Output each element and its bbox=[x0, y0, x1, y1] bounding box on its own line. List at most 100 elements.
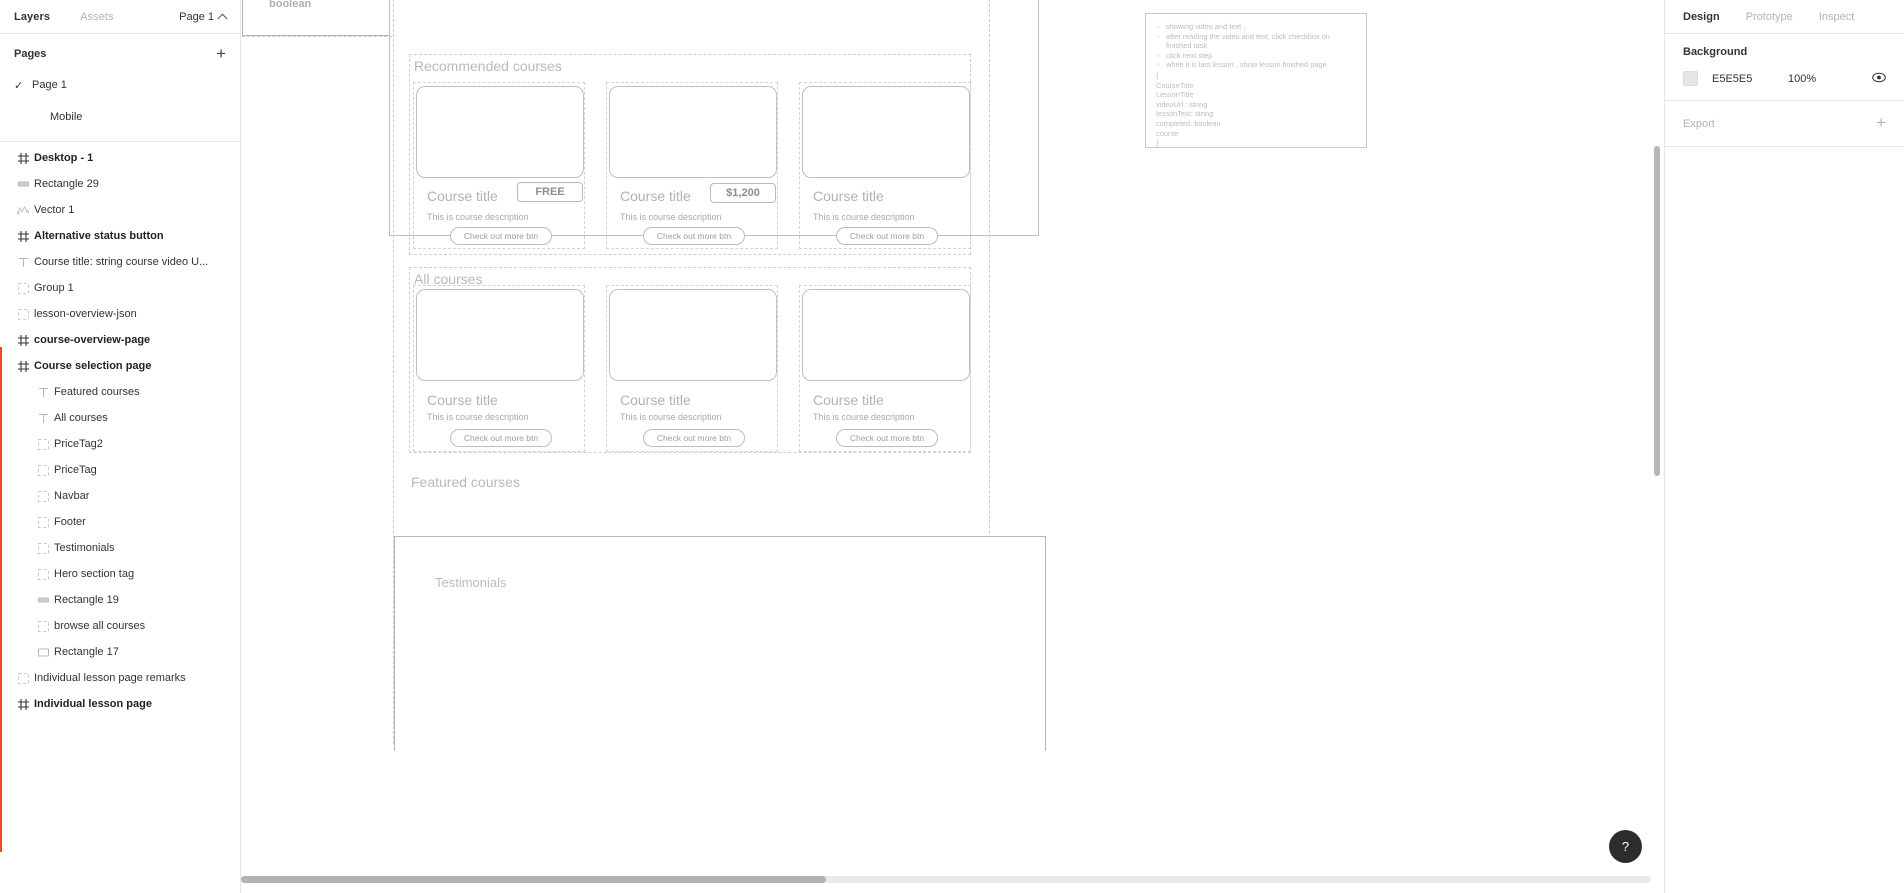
layer-row-rectangle-19[interactable]: Rectangle 19 bbox=[0, 587, 240, 613]
layers-list[interactable]: Desktop - 1 Rectangle 29 Vector 1 Alternati… bbox=[0, 142, 240, 893]
course-card-title: Course title bbox=[813, 392, 884, 408]
course-card[interactable]: Course title This is course description … bbox=[606, 285, 778, 452]
layer-row-navbar[interactable]: Navbar bbox=[0, 483, 240, 509]
group-icon bbox=[32, 535, 54, 561]
check-out-more-button[interactable]: Check out more btn bbox=[643, 227, 745, 245]
layer-row-browse-all-courses[interactable]: browse all courses bbox=[0, 613, 240, 639]
course-card-description: This is course description bbox=[813, 212, 915, 222]
rectangle-outline-icon bbox=[32, 639, 54, 665]
group-icon bbox=[32, 509, 54, 535]
layer-row-label: PriceTag2 bbox=[54, 438, 103, 450]
page-item-mobile[interactable]: Mobile bbox=[0, 101, 240, 133]
background-hex-value[interactable]: E5E5E5 bbox=[1712, 73, 1782, 85]
layer-row-vector-1[interactable]: Vector 1 bbox=[0, 197, 240, 223]
price-tag[interactable]: $1,200 bbox=[710, 183, 776, 203]
course-card[interactable]: Course title This is course description … bbox=[799, 285, 971, 452]
course-thumbnail bbox=[416, 86, 584, 178]
layer-row-rectangle-29[interactable]: Rectangle 29 bbox=[0, 171, 240, 197]
remark-bullet: showing video and text , bbox=[1157, 22, 1356, 32]
left-panel-tabbar: Layers Assets Page 1 bbox=[0, 0, 240, 34]
page-frame-left-edge bbox=[389, 0, 390, 235]
design-canvas[interactable]: boolean Recommended courses Course title… bbox=[241, 0, 1664, 893]
layer-row-pricetag[interactable]: PriceTag bbox=[0, 457, 240, 483]
tab-layers[interactable]: Layers bbox=[14, 11, 50, 23]
layer-row-label: Individual lesson page remarks bbox=[34, 672, 186, 684]
layer-row-testimonials[interactable]: Testimonials bbox=[0, 535, 240, 561]
tab-assets[interactable]: Assets bbox=[80, 11, 114, 23]
course-card-description: This is course description bbox=[813, 412, 915, 422]
group-icon bbox=[12, 301, 34, 327]
help-button[interactable]: ? bbox=[1609, 830, 1642, 863]
background-opacity-value[interactable]: 100% bbox=[1788, 73, 1838, 85]
course-thumbnail bbox=[416, 289, 584, 381]
canvas-horizontal-scrollbar[interactable] bbox=[241, 876, 826, 883]
layer-row-all-courses[interactable]: All courses bbox=[0, 405, 240, 431]
layer-row-rectangle-17[interactable]: Rectangle 17 bbox=[0, 639, 240, 665]
layer-row-pricetag2[interactable]: PriceTag2 bbox=[0, 431, 240, 457]
background-color-swatch[interactable] bbox=[1683, 71, 1698, 86]
layer-row-featured-courses[interactable]: Featured courses bbox=[0, 379, 240, 405]
pages-header: Pages + bbox=[0, 39, 240, 69]
check-out-more-button[interactable]: Check out more btn bbox=[450, 227, 552, 245]
layer-row-label: PriceTag bbox=[54, 464, 97, 476]
canvas-vertical-scrollbar[interactable] bbox=[1654, 146, 1660, 476]
layer-row-alternative-status-button[interactable]: Alternative status button bbox=[0, 223, 240, 249]
figma-app-window: Layers Assets Page 1 Pages + ✓ Page 1 Mo… bbox=[0, 0, 1904, 893]
course-card-title: Course title bbox=[427, 392, 498, 408]
layer-row-footer[interactable]: Footer bbox=[0, 509, 240, 535]
check-out-more-button[interactable]: Check out more btn bbox=[836, 227, 938, 245]
tab-prototype[interactable]: Prototype bbox=[1746, 11, 1793, 23]
layer-row-individual-lesson-page-remarks[interactable]: Individual lesson page remarks bbox=[0, 665, 240, 691]
testimonials-frame[interactable] bbox=[394, 536, 1046, 751]
check-out-more-button[interactable]: Check out more btn bbox=[643, 429, 745, 447]
layer-row-label: Rectangle 29 bbox=[34, 178, 99, 190]
layer-row-label: Hero section tag bbox=[54, 568, 135, 580]
course-card[interactable]: Course title This is course description … bbox=[413, 82, 585, 249]
json-line: lessonText: string bbox=[1156, 109, 1214, 119]
tab-inspect[interactable]: Inspect bbox=[1819, 11, 1854, 23]
json-line: } bbox=[1156, 138, 1159, 148]
canvas-frame-boolean[interactable] bbox=[242, 0, 390, 36]
layer-row-course-selection-page[interactable]: Course selection page bbox=[0, 353, 240, 379]
layer-row-lesson-overview-json[interactable]: lesson-overview-json bbox=[0, 301, 240, 327]
add-export-button[interactable]: + bbox=[1876, 114, 1886, 131]
layer-row-desktop-1[interactable]: Desktop - 1 bbox=[0, 145, 240, 171]
layer-row-group-1[interactable]: Group 1 bbox=[0, 275, 240, 301]
layer-row-course-title-string-course-video-u[interactable]: Course title: string course video U... bbox=[0, 249, 240, 275]
layer-row-label: Course selection page bbox=[34, 360, 152, 372]
course-card-title: Course title bbox=[813, 188, 884, 204]
layer-row-label: Course title: string course video U... bbox=[34, 256, 209, 268]
json-line: videoUrl : string bbox=[1156, 99, 1208, 109]
page-selector[interactable]: Page 1 bbox=[179, 11, 228, 24]
course-card[interactable]: Course title This is course description … bbox=[413, 285, 585, 452]
check-out-more-button[interactable]: Check out more btn bbox=[836, 429, 938, 447]
page-item-label: Mobile bbox=[50, 111, 83, 123]
course-card[interactable]: Course title This is course description … bbox=[799, 82, 971, 249]
group-icon bbox=[12, 665, 34, 691]
visibility-eye-icon[interactable] bbox=[1872, 72, 1886, 86]
testimonials-title: Testimonials bbox=[435, 575, 507, 590]
layer-row-label: Navbar bbox=[54, 490, 90, 502]
course-card-description: This is course description bbox=[620, 212, 722, 222]
price-tag[interactable]: FREE bbox=[517, 182, 583, 202]
tab-design[interactable]: Design bbox=[1683, 11, 1720, 23]
layer-row-label: Footer bbox=[54, 516, 86, 528]
layer-row-individual-lesson-page[interactable]: Individual lesson page bbox=[0, 691, 240, 717]
left-sidebar: Layers Assets Page 1 Pages + ✓ Page 1 Mo… bbox=[0, 0, 241, 893]
background-header: Background bbox=[1683, 46, 1748, 58]
group-icon bbox=[32, 457, 54, 483]
recommended-courses-title: Recommended courses bbox=[414, 58, 562, 74]
layer-row-label: Rectangle 17 bbox=[54, 646, 119, 658]
course-card-title: Course title bbox=[427, 188, 498, 204]
page-item-page-1[interactable]: ✓ Page 1 bbox=[0, 69, 240, 101]
layer-row-hero-section-tag[interactable]: Hero section tag bbox=[0, 561, 240, 587]
layer-row-label: browse all courses bbox=[54, 620, 146, 632]
course-thumbnail bbox=[802, 289, 970, 381]
add-page-button[interactable]: + bbox=[216, 45, 226, 62]
check-out-more-button[interactable]: Check out more btn bbox=[450, 429, 552, 447]
pages-section: Pages + ✓ Page 1 Mobile bbox=[0, 34, 240, 142]
individual-lesson-page-remarks-note[interactable]: showing video and text , after reading t… bbox=[1145, 13, 1367, 148]
layer-row-course-overview-page[interactable]: course-overview-page bbox=[0, 327, 240, 353]
course-card-title: Course title bbox=[620, 188, 691, 204]
course-card[interactable]: Course title This is course description … bbox=[606, 82, 778, 249]
